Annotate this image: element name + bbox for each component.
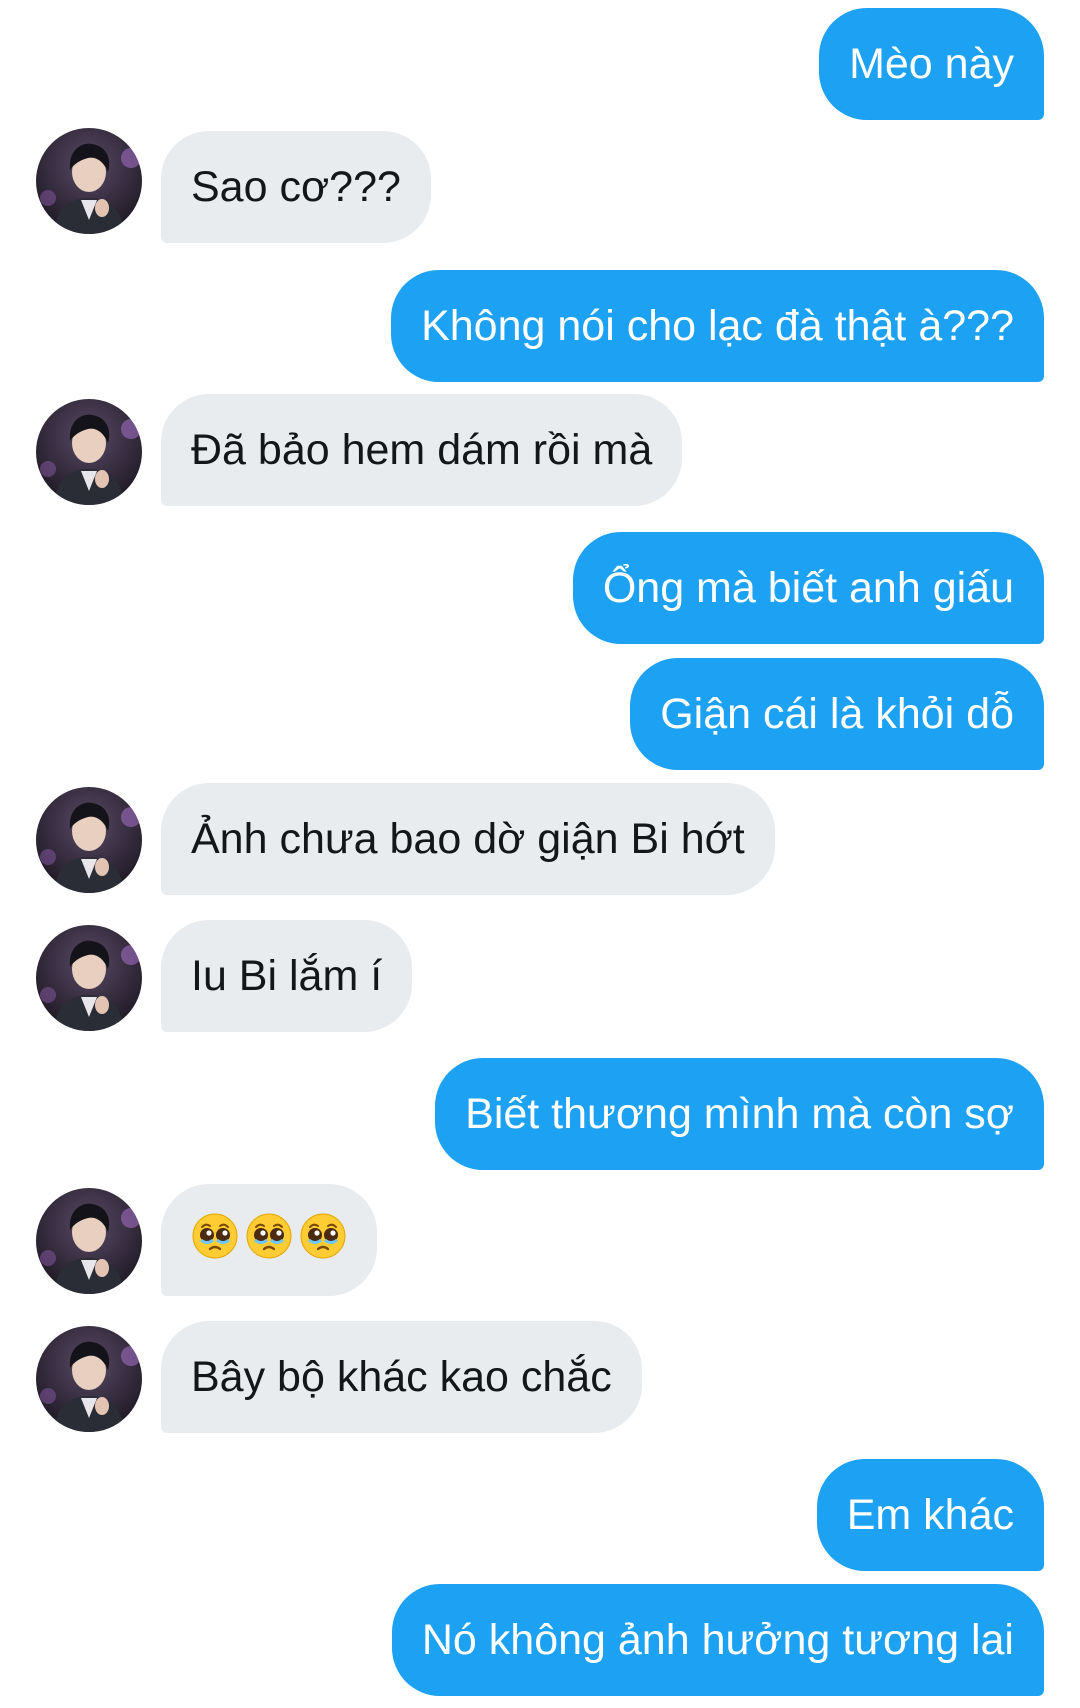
incoming-message-bubble[interactable]: Iu Bi lắm í xyxy=(161,920,413,1032)
outgoing-message-bubble[interactable]: Giận cái là khỏi dỗ xyxy=(630,658,1044,770)
sender-avatar[interactable] xyxy=(36,1326,142,1432)
outgoing-message-bubble[interactable]: Không nói cho lạc đà thật à??? xyxy=(391,270,1044,382)
conversation-thread: Mèo này Sao cơ??? Không nói cho lạc đà t… xyxy=(0,0,1080,1708)
message-text: Nó không ảnh hưởng tương lai xyxy=(421,1615,1014,1664)
incoming-message-bubble[interactable]: Đã bảo hem dám rồi mà xyxy=(161,394,683,506)
pleading-face-icon xyxy=(245,1212,293,1268)
message-text: Mèo này xyxy=(849,39,1014,88)
message-text: Đã bảo hem dám rồi mà xyxy=(191,425,653,474)
sender-avatar[interactable] xyxy=(36,787,142,893)
outgoing-message-bubble[interactable]: Nó không ảnh hưởng tương lai xyxy=(391,1584,1044,1696)
outgoing-message-bubble[interactable]: Biết thương mình mà còn sợ xyxy=(435,1058,1044,1170)
incoming-message-bubble[interactable]: Bây bộ khác kao chắc xyxy=(161,1321,642,1433)
sender-avatar[interactable] xyxy=(36,128,142,234)
pleading-face-icon xyxy=(299,1212,347,1268)
outgoing-message-bubble[interactable]: Mèo này xyxy=(819,8,1044,120)
incoming-message-bubble[interactable]: Sao cơ??? xyxy=(161,131,431,243)
pleading-face-icon xyxy=(191,1212,239,1268)
outgoing-message-bubble[interactable]: Ổng mà biết anh giấu xyxy=(572,532,1044,644)
message-text: Sao cơ??? xyxy=(191,162,401,211)
incoming-message-bubble[interactable] xyxy=(161,1184,377,1296)
message-text: Giận cái là khỏi dỗ xyxy=(660,689,1014,738)
incoming-message-bubble[interactable]: Ảnh chưa bao dờ giận Bi hớt xyxy=(161,783,775,895)
message-text: Iu Bi lắm í xyxy=(191,951,383,1000)
message-text: Biết thương mình mà còn sợ xyxy=(465,1089,1014,1138)
message-text: Không nói cho lạc đà thật à??? xyxy=(421,301,1014,350)
sender-avatar[interactable] xyxy=(36,399,142,505)
sender-avatar[interactable] xyxy=(36,925,142,1031)
message-text: Em khác xyxy=(846,1490,1014,1539)
sender-avatar[interactable] xyxy=(36,1188,142,1294)
message-text: Ổng mà biết anh giấu xyxy=(602,563,1014,612)
outgoing-message-bubble[interactable]: Em khác xyxy=(816,1459,1044,1571)
emoji-row xyxy=(191,1212,347,1268)
message-text: Bây bộ khác kao chắc xyxy=(191,1352,612,1401)
message-text: Ảnh chưa bao dờ giận Bi hớt xyxy=(191,814,745,863)
